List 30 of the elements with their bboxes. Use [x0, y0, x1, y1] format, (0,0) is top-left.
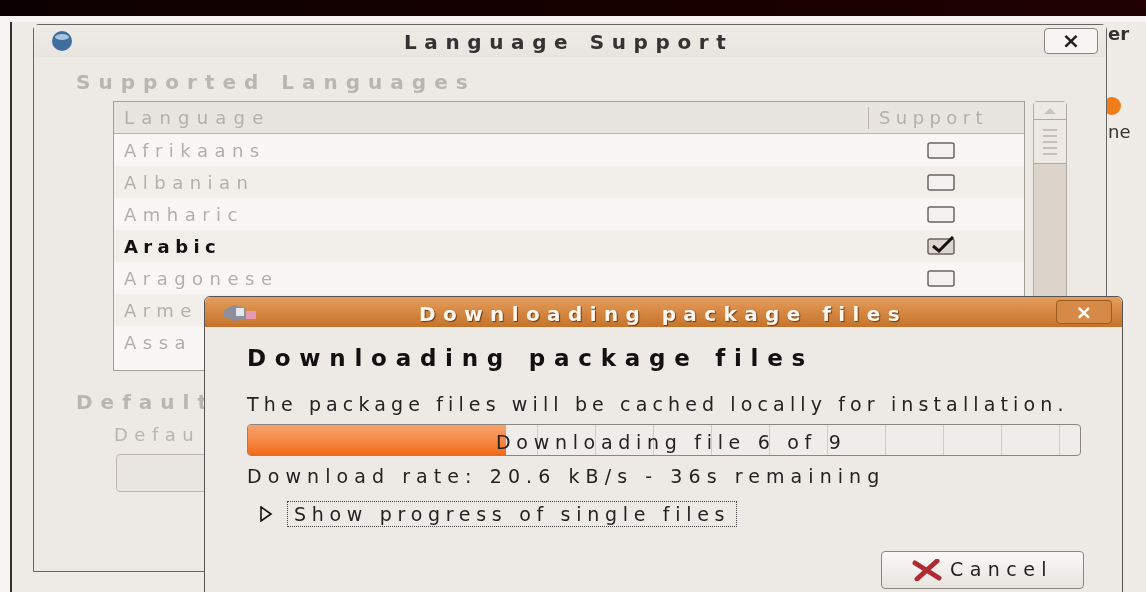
dialog-title: Downloading package files	[419, 301, 908, 328]
checkbox[interactable]	[926, 236, 958, 256]
app-icon	[1106, 94, 1124, 118]
checkbox[interactable]	[926, 268, 958, 288]
scroll-thumb[interactable]	[1034, 120, 1066, 164]
scroll-up-button[interactable]	[1034, 102, 1066, 120]
download-rate-text: Download rate: 20.6 kB/s - 36s remaining	[247, 464, 886, 489]
language-name: Assa	[124, 330, 193, 355]
description-text: The package files will be cached locally for installation.	[247, 391, 1069, 417]
cancel-icon	[911, 558, 942, 581]
language-name: Arme	[124, 298, 198, 323]
language-name: Afrikaans	[124, 138, 266, 163]
checkbox[interactable]	[926, 140, 958, 160]
language-name: Albanian	[124, 170, 255, 195]
up-arrow-icon	[1044, 107, 1056, 114]
globe-icon	[51, 30, 73, 52]
window-title: Language Support	[404, 29, 734, 56]
close-button[interactable]: ×	[1044, 28, 1098, 54]
language-name: Aragonese	[124, 266, 279, 291]
checkbox[interactable]	[926, 172, 958, 192]
label-fragment: ne	[1108, 120, 1131, 144]
expander-arrow-icon[interactable]	[259, 505, 273, 522]
dialog-heading: Downloading package files	[247, 344, 814, 373]
cancel-button[interactable]: Cancel	[881, 550, 1084, 589]
window-title-fragment: er	[1108, 22, 1130, 46]
expander-label[interactable]: Show progress of single files	[287, 500, 738, 527]
checkbox[interactable]	[926, 204, 958, 224]
language-name: Amharic	[124, 202, 244, 227]
package-icon	[222, 302, 258, 322]
language-name: Arabic	[124, 234, 222, 259]
